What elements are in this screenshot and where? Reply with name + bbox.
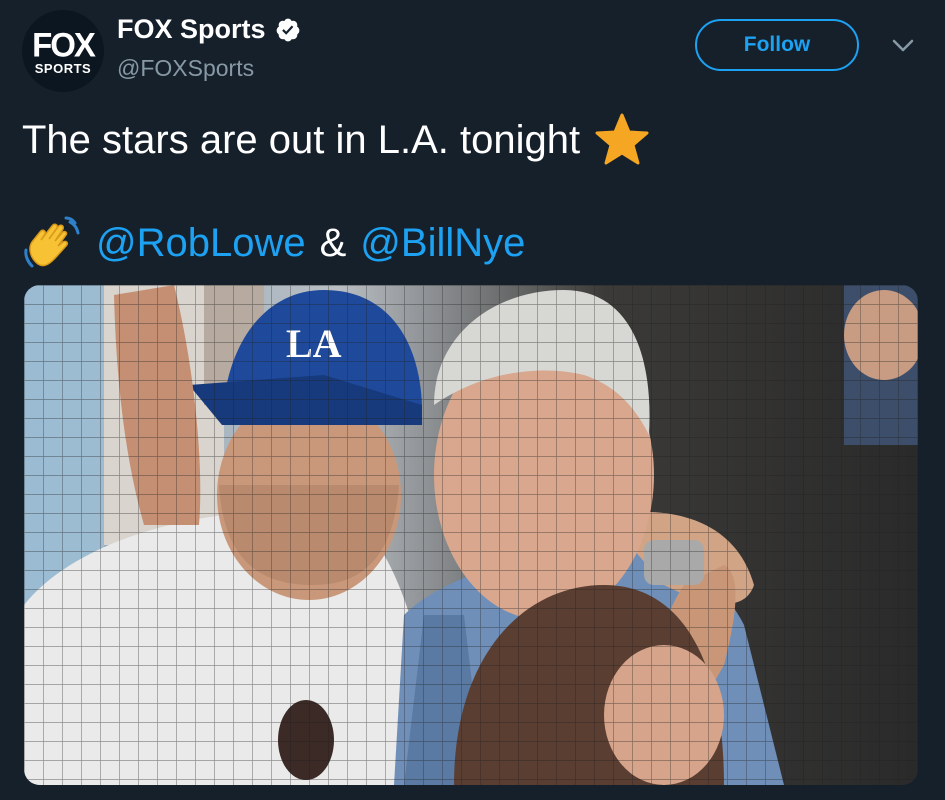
net-overlay — [24, 285, 918, 785]
mention-link-1[interactable]: @RobLowe — [96, 221, 306, 266]
mention-link-2[interactable]: @BillNye — [360, 221, 525, 266]
star-icon — [595, 113, 649, 165]
display-name[interactable]: FOX Sports — [117, 14, 301, 45]
tweet-mentions-line: @RobLowe & @BillNye — [22, 214, 525, 272]
waving-hand-icon — [24, 216, 80, 268]
follow-button[interactable]: Follow — [695, 19, 859, 71]
tweet-photo[interactable]: LA — [24, 285, 918, 785]
photo-illustration: LA — [24, 285, 918, 785]
tweet-card: FOX SPORTS FOX Sports @FOXSports Follow … — [0, 0, 945, 800]
account-handle[interactable]: @FOXSports — [117, 55, 254, 82]
verified-badge-icon — [276, 18, 299, 41]
avatar-logo-top: FOX — [32, 24, 96, 64]
avatar[interactable]: FOX SPORTS — [22, 10, 104, 92]
tweet-text-body: The stars are out in L.A. tonight — [22, 117, 581, 162]
tweet-text: The stars are out in L.A. tonight — [22, 112, 650, 168]
mention-connector: & — [319, 220, 347, 265]
chevron-down-icon[interactable] — [890, 36, 916, 56]
display-name-text: FOX Sports — [117, 14, 266, 44]
